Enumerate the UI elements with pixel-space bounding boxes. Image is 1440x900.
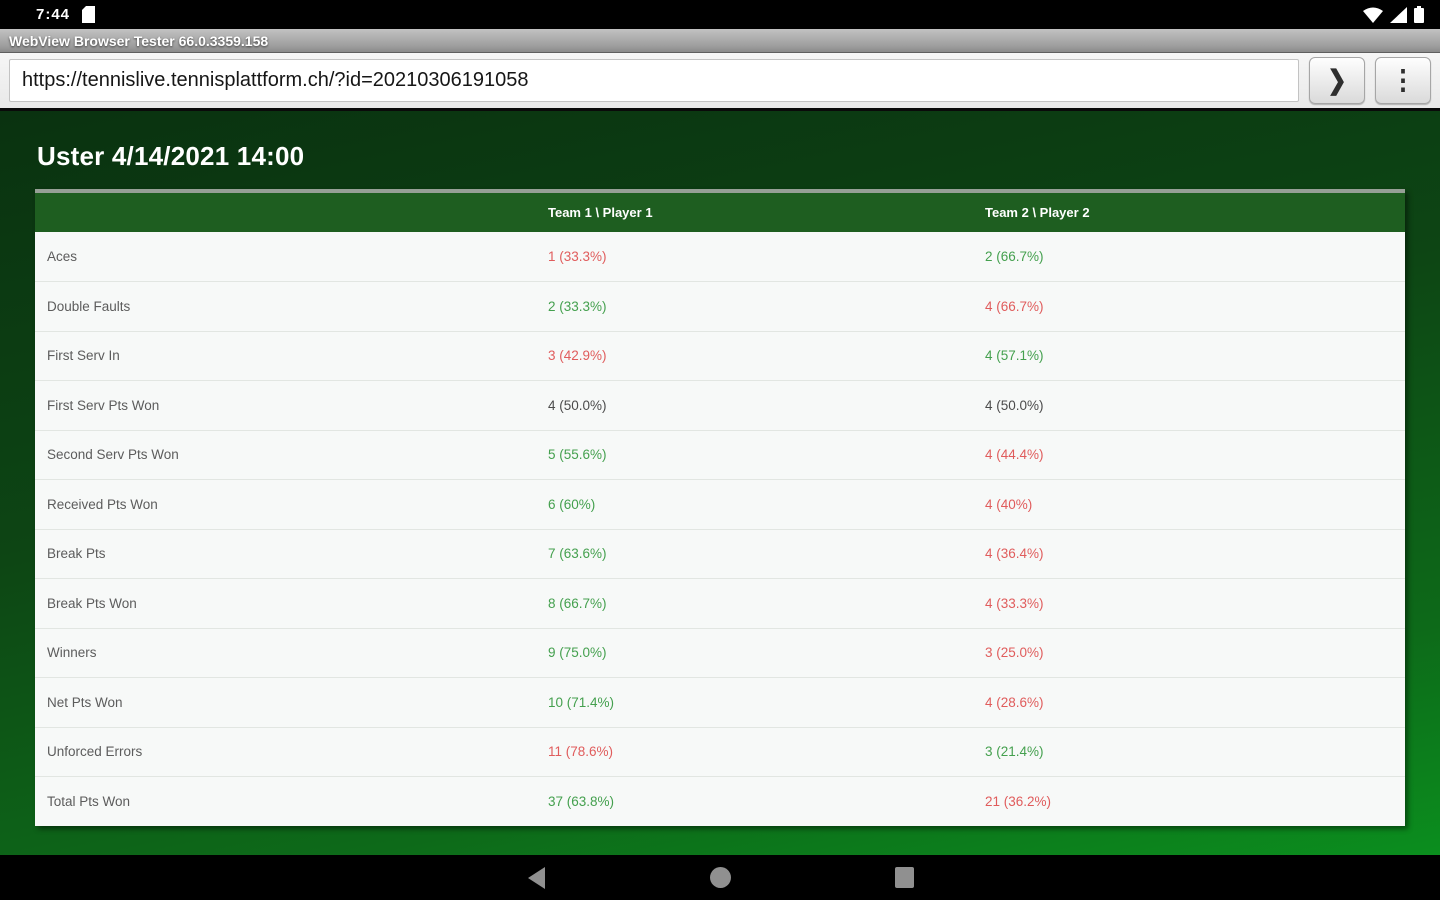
status-bar-left: 7:44 <box>10 6 96 23</box>
team2-header: Team 2 \ Player 2 <box>973 191 1405 232</box>
recents-icon[interactable] <box>891 865 917 891</box>
stat-name-header <box>35 191 536 232</box>
go-button[interactable]: ❯ <box>1309 57 1365 104</box>
table-row: Aces 1 (33.3%) 2 (66.7%) <box>35 232 1405 282</box>
stats-table-body: Aces 1 (33.3%) 2 (66.7%) Double Faults 2 (33… <box>35 232 1405 826</box>
team2-value: 4 (44.4%) <box>973 430 1405 480</box>
url-toolbar: ❯ ⋮ <box>0 53 1440 111</box>
android-screen: 7:44 WebView Browser Tester 66.0.3359.15… <box>0 0 1440 900</box>
team1-value: 2 (33.3%) <box>536 281 973 332</box>
team1-value: 37 (63.8%) <box>548 794 615 809</box>
url-input[interactable] <box>9 59 1299 102</box>
team1-value: 10 (71.4%) <box>536 677 973 728</box>
status-time: 7:44 <box>36 6 71 23</box>
overflow-menu-icon: ⋮ <box>1389 65 1417 95</box>
app-title-bar: WebView Browser Tester 66.0.3359.158 <box>0 29 1440 53</box>
table-row: First Serv In 3 (42.9%) 4 (57.1%) <box>35 331 1405 381</box>
team1-header: Team 1 \ Player 1 <box>536 191 973 232</box>
home-icon[interactable] <box>707 865 733 891</box>
stat-label: Aces <box>35 232 536 282</box>
team1-value: 5 (55.6%) <box>536 430 973 480</box>
table-row: Net Pts Won 10 (71.4%) 4 (28.6%) <box>35 677 1405 728</box>
table-row: Break Pts Won 8 (66.7%) 4 (33.3%) <box>35 578 1405 629</box>
team1-value: 7 (63.6%) <box>536 529 973 579</box>
back-icon[interactable] <box>523 865 549 891</box>
status-bar-right <box>1363 6 1430 23</box>
table-row: Break Pts 7 (63.6%) 4 (36.4%) <box>35 529 1405 579</box>
match-stats-table: Team 1 \ Player 1 Team 2 \ Player 2 Aces… <box>35 189 1405 826</box>
table-row: First Serv Pts Won 4 (50.0%) 4 (50.0%) <box>35 380 1405 431</box>
team1-value: 11 (78.6%) <box>536 727 973 777</box>
team1-value: 6 (60%) <box>536 479 973 530</box>
table-row: Winners 9 (75.0%) 3 (25.0%) <box>35 628 1405 678</box>
team2-value: 4 (50.0%) <box>973 380 1405 431</box>
stat-label: Break Pts <box>35 529 536 579</box>
status-bar: 7:44 <box>0 0 1440 29</box>
team2-value: 4 (36.4%) <box>973 529 1405 579</box>
webpage: Uster 4/14/2021 14:00 Team 1 \ Player 1 … <box>0 111 1440 855</box>
page-title: Uster 4/14/2021 14:00 <box>37 141 305 171</box>
stat-label: Unforced Errors <box>35 727 536 777</box>
stat-label: Break Pts Won <box>35 578 536 629</box>
table-row: Received Pts Won 6 (60%) 4 (40%) <box>35 479 1405 530</box>
wifi-icon <box>1363 7 1383 23</box>
team2-value: 21 (36.2%) <box>985 794 1052 809</box>
team1-value: 8 (66.7%) <box>536 578 973 629</box>
team2-value: 2 (66.7%) <box>973 232 1405 282</box>
team2-value: 4 (66.7%) <box>973 281 1405 332</box>
stat-label: Net Pts Won <box>35 677 536 728</box>
stat-label: First Serv In <box>35 331 536 381</box>
stat-label: Winners <box>35 628 536 678</box>
table-row: Unforced Errors 11 (78.6%) 3 (21.4%) <box>35 727 1405 777</box>
battery-icon <box>1414 6 1424 23</box>
team1-value: 1 (33.3%) <box>536 232 973 282</box>
stat-label: Received Pts Won <box>35 479 536 530</box>
table-row: Total Pts Won 37 (63.8%) 21 (36.2%) <box>35 777 1405 827</box>
app-title: WebView Browser Tester 66.0.3359.158 <box>9 32 269 49</box>
sd-card-icon <box>82 6 96 23</box>
team2-value: 4 (57.1%) <box>973 331 1405 381</box>
team2-value: 4 (33.3%) <box>973 578 1405 629</box>
team1-value: 3 (42.9%) <box>536 331 973 381</box>
team2-value: 3 (21.4%) <box>973 727 1405 777</box>
team1-value: 9 (75.0%) <box>536 628 973 678</box>
go-arrow-icon: ❯ <box>1327 64 1347 95</box>
table-row: Second Serv Pts Won 5 (55.6%) 4 (44.4%) <box>35 430 1405 480</box>
table-row: Double Faults 2 (33.3%) 4 (66.7%) <box>35 281 1405 332</box>
stat-label: First Serv Pts Won <box>35 380 536 431</box>
stat-label: Double Faults <box>35 281 536 332</box>
team2-value: 4 (28.6%) <box>973 677 1405 728</box>
android-nav-bar <box>0 855 1440 900</box>
signal-icon <box>1390 7 1407 23</box>
table-header-row: Team 1 \ Player 1 Team 2 \ Player 2 <box>35 191 1405 232</box>
menu-button[interactable]: ⋮ <box>1375 57 1431 104</box>
stat-label: Total Pts Won <box>47 794 131 809</box>
stat-label: Second Serv Pts Won <box>35 430 536 480</box>
team2-value: 3 (25.0%) <box>973 628 1405 678</box>
team1-value: 4 (50.0%) <box>536 380 973 431</box>
team2-value: 4 (40%) <box>973 479 1405 530</box>
